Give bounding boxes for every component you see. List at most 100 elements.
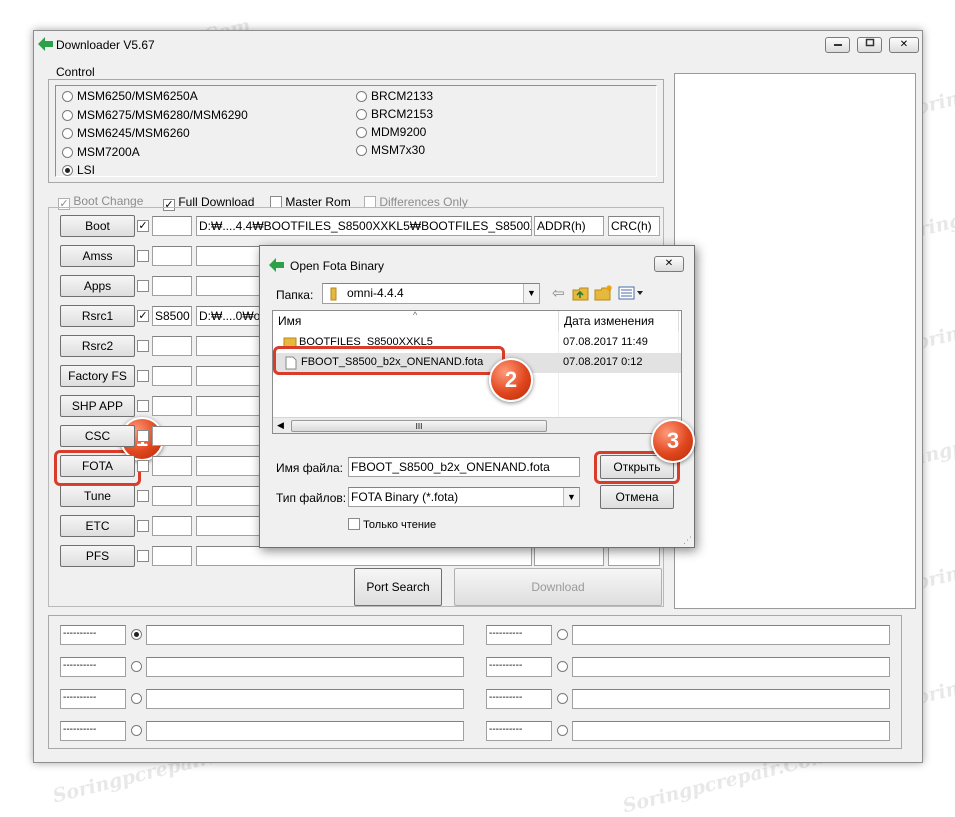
boot-checkbox[interactable]: ✓: [137, 220, 149, 232]
new-folder-icon[interactable]: [594, 284, 614, 302]
pfs-path-field[interactable]: [196, 546, 532, 566]
radio-msm6275-msm6280-msm6290[interactable]: MSM6275/MSM6280/MSM6290: [62, 108, 248, 122]
port-radio[interactable]: [131, 693, 142, 704]
chevron-down-icon[interactable]: ▼: [563, 488, 579, 506]
port-label-field: ----------: [486, 721, 552, 741]
boot-crc-field[interactable]: CRC(h): [608, 216, 660, 236]
amss-checkbox[interactable]: [137, 250, 149, 262]
file-highlight: [273, 346, 505, 375]
radio-brcm2153[interactable]: BRCM2153: [356, 107, 433, 121]
up-folder-icon[interactable]: [572, 286, 590, 302]
port-label-field: ----------: [486, 657, 552, 677]
radio-dot: [356, 145, 367, 156]
apps-checkbox[interactable]: [137, 280, 149, 292]
readonly-checkbox[interactable]: Только чтение: [348, 518, 436, 531]
port-radio[interactable]: [131, 629, 142, 640]
csc-checkbox[interactable]: [137, 430, 149, 442]
etc-button[interactable]: ETC: [60, 515, 135, 537]
radio-brcm2133[interactable]: BRCM2133: [356, 89, 433, 103]
shp-app-id-field[interactable]: [152, 396, 192, 416]
radio-dot: [62, 109, 73, 121]
radio-dot: [62, 146, 73, 158]
radio-lsi[interactable]: LSI: [62, 163, 95, 177]
dialog-close-button[interactable]: ✕: [654, 256, 684, 272]
etc-id-field[interactable]: [152, 516, 192, 536]
pfs-crc-field[interactable]: [608, 546, 660, 566]
port-search-button[interactable]: Port Search: [354, 568, 442, 606]
pfs-id-field[interactable]: [152, 546, 192, 566]
close-icon: ✕: [899, 39, 909, 50]
boot-id-field[interactable]: [152, 216, 192, 236]
tune-checkbox[interactable]: [137, 490, 149, 502]
port-label-field: ----------: [60, 625, 126, 645]
col-type[interactable]: Т: [679, 311, 681, 331]
port-radio[interactable]: [557, 693, 568, 704]
boot-path-field[interactable]: D:₩....4.4₩BOOTFILES_S8500XXKL5₩BOOTFILE…: [196, 216, 532, 236]
etc-checkbox[interactable]: [137, 520, 149, 532]
rsrc2-id-field[interactable]: [152, 336, 192, 356]
factory-fs-button[interactable]: Factory FS: [60, 365, 135, 387]
cancel-button[interactable]: Отмена: [600, 485, 674, 509]
minimize-button[interactable]: [825, 37, 850, 53]
resize-grip-icon[interactable]: ⋰: [683, 535, 692, 546]
port-radio[interactable]: [557, 661, 568, 672]
fota-checkbox[interactable]: [137, 460, 149, 472]
port-radio[interactable]: [557, 725, 568, 736]
pfs-checkbox[interactable]: [137, 550, 149, 562]
rsrc1-id-field[interactable]: S8500: [152, 306, 192, 326]
amss-button[interactable]: Amss: [60, 245, 135, 267]
factory-fs-checkbox[interactable]: [137, 370, 149, 382]
radio-label: MSM7x30: [371, 143, 426, 157]
apps-button[interactable]: Apps: [60, 275, 135, 297]
pfs-addr-field[interactable]: [534, 546, 604, 566]
tune-id-field[interactable]: [152, 486, 192, 506]
rsrc2-button[interactable]: Rsrc2: [60, 335, 135, 357]
port-radio[interactable]: [131, 725, 142, 736]
boot-addr-field[interactable]: ADDR(h): [534, 216, 604, 236]
pfs-button[interactable]: PFS: [60, 545, 135, 567]
rsrc2-checkbox[interactable]: [137, 340, 149, 352]
port-radio[interactable]: [557, 629, 568, 640]
back-arrow-icon[interactable]: ⇦: [552, 284, 565, 302]
col-date[interactable]: Дата изменения: [559, 311, 679, 331]
radio-mdm9200[interactable]: MDM9200: [356, 125, 426, 139]
port-status-field: [146, 721, 464, 741]
amss-id-field[interactable]: [152, 246, 192, 266]
title-bar: Downloader V5.67 ✕: [34, 31, 922, 59]
shp-app-checkbox[interactable]: [137, 400, 149, 412]
port-label-field: ----------: [486, 689, 552, 709]
radio-dot: [62, 128, 73, 139]
maximize-button[interactable]: [857, 37, 882, 53]
radio-msm6250-msm6250a[interactable]: MSM6250/MSM6250A: [62, 89, 198, 103]
shp-app-button[interactable]: SHP APP: [60, 395, 135, 417]
csc-id-field[interactable]: [152, 426, 192, 446]
rsrc1-button[interactable]: Rsrc1: [60, 305, 135, 327]
filename-input[interactable]: FBOOT_S8500_b2x_ONENAND.fota: [348, 457, 580, 477]
radio-msm6245-msm6260[interactable]: MSM6245/MSM6260: [62, 126, 190, 140]
boot-button[interactable]: Boot: [60, 215, 135, 237]
rsrc1-checkbox[interactable]: ✓: [137, 310, 149, 322]
radio-label: MDM9200: [371, 125, 427, 139]
radio-msm7x30[interactable]: MSM7x30: [356, 143, 425, 157]
fota-button[interactable]: FOTA: [60, 455, 135, 477]
scroll-thumb[interactable]: III: [291, 420, 547, 432]
fota-id-field[interactable]: [152, 456, 192, 476]
folder-select[interactable]: omni-4.4.4 ▼: [322, 283, 540, 304]
tune-button[interactable]: Tune: [60, 485, 135, 507]
col-name[interactable]: Имя ^: [273, 311, 559, 331]
chevron-down-icon[interactable]: ▼: [523, 284, 539, 303]
radio-msm7200a[interactable]: MSM7200A: [62, 145, 140, 159]
sort-up-icon: ^: [413, 310, 418, 320]
apps-id-field[interactable]: [152, 276, 192, 296]
filetype-value: FOTA Binary (*.fota): [351, 490, 459, 504]
horizontal-scrollbar[interactable]: ◀ III: [273, 417, 681, 433]
port-radio[interactable]: [131, 661, 142, 672]
open-fota-dialog: Open Fota Binary ✕ Папка: omni-4.4.4 ▼ ⇦…: [259, 245, 695, 548]
radio-label: BRCM2133: [371, 89, 434, 103]
view-menu-icon[interactable]: [618, 286, 644, 300]
filetype-select[interactable]: FOTA Binary (*.fota) ▼: [348, 487, 580, 507]
scroll-left-icon[interactable]: ◀: [277, 420, 284, 431]
factory-fs-id-field[interactable]: [152, 366, 192, 386]
close-button[interactable]: ✕: [889, 37, 919, 53]
csc-button[interactable]: CSC: [60, 425, 135, 447]
